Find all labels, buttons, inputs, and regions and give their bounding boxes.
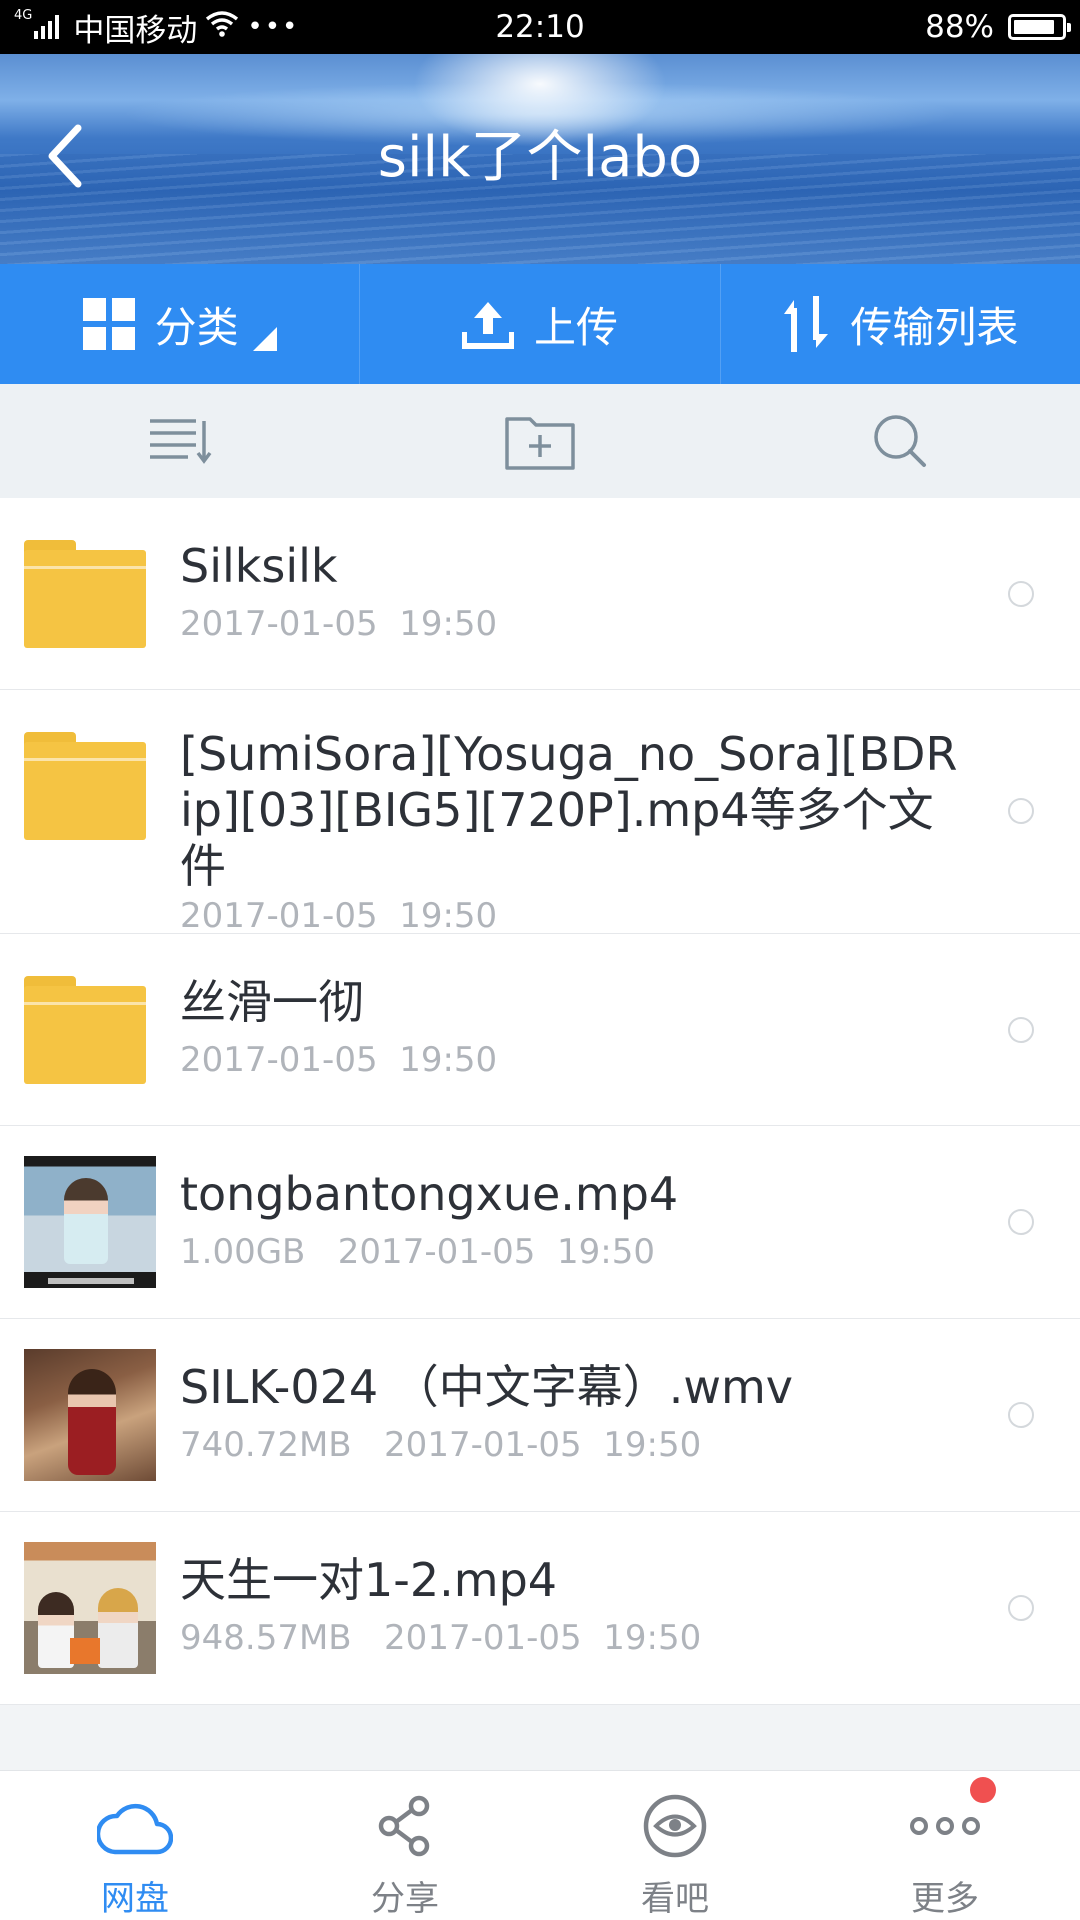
more-icon [909,1787,981,1865]
file-name: 天生一对1-2.mp4 [180,1553,558,1607]
file-name: tongbantongxue.mp4 [180,1167,679,1221]
list-item[interactable]: 丝滑一彻 2017-01-05 19:50 [0,934,1080,1126]
status-bar: 4G 中国移动 ••• 22:10 88% [0,0,1080,54]
upload-button[interactable]: 上传 [360,264,721,384]
page-title: silk了个labo [377,125,703,190]
list-tools-bar [0,384,1080,498]
list-item[interactable]: tongbantongxue.mp4 1.00GB 2017-01-05 19:… [0,1126,1080,1319]
nav-label: 网盘 [101,1879,169,1919]
eye-icon [642,1787,708,1865]
transfer-list-button[interactable]: 传输列表 [721,264,1080,384]
cloud-icon [97,1787,173,1865]
clock: 22:10 [495,9,585,45]
upload-icon [461,298,514,350]
folder-icon [24,976,146,1084]
share-icon [375,1787,435,1865]
select-radio[interactable] [1008,1402,1034,1428]
sort-icon [150,419,212,464]
file-meta: 2017-01-05 19:50 [180,896,498,936]
nav-more[interactable]: 更多 [810,1771,1080,1920]
select-radio[interactable] [1008,581,1034,607]
list-item[interactable]: SILK-024 （中文字幕）.wmv 740.72MB 2017-01-05 … [0,1319,1080,1512]
list-item[interactable]: 天生一对1-2.mp4 948.57MB 2017-01-05 19:50 [0,1512,1080,1705]
folder-icon [24,540,146,648]
category-label: 分类 [154,302,239,352]
video-thumbnail [24,1542,156,1674]
select-radio[interactable] [1008,1209,1034,1235]
nav-label: 更多 [911,1879,979,1919]
video-thumbnail [24,1349,156,1481]
file-meta: 740.72MB 2017-01-05 19:50 [180,1425,702,1465]
file-name: SILK-024 （中文字幕）.wmv [180,1360,794,1414]
file-name: 丝滑一彻 [180,975,364,1029]
nav-netdisk[interactable]: 网盘 [0,1771,270,1920]
dropdown-triangle-icon [252,312,277,361]
file-list: Silksilk 2017-01-05 19:50 [SumiSora][Yos… [0,498,1080,1705]
battery-percent: 88% [925,9,994,45]
transfer-label: 传输列表 [850,302,1019,352]
nav-label: 分享 [371,1879,439,1919]
file-name: [SumiSora][Yosuga_no_Sora][BDRip][03][BI… [180,727,958,893]
action-toolbar: 分类 上传 传输列表 [0,264,1080,384]
nav-watch[interactable]: 看吧 [540,1771,810,1920]
file-meta: 1.00GB 2017-01-05 19:50 [180,1232,655,1272]
select-radio[interactable] [1008,1017,1034,1043]
search-icon [874,415,926,467]
list-item[interactable]: Silksilk 2017-01-05 19:50 [0,498,1080,690]
nav-label: 看吧 [641,1879,709,1919]
grid-icon [82,298,135,350]
list-item[interactable]: [SumiSora][Yosuga_no_Sora][BDRip][03][BI… [0,690,1080,936]
transfer-icon [782,296,830,352]
file-meta: 948.57MB 2017-01-05 19:50 [180,1618,702,1658]
header-banner: silk了个labo [0,54,1080,264]
file-name: Silksilk [180,539,338,593]
select-radio[interactable] [1008,798,1034,824]
select-radio[interactable] [1008,1595,1034,1621]
battery-icon [1008,14,1071,40]
status-right: 88% [925,0,1071,54]
bottom-nav: 网盘 分享 看吧 更多 [0,1770,1080,1920]
sort-button[interactable] [0,384,360,498]
upload-label: 上传 [533,302,618,352]
video-thumbnail [24,1156,156,1288]
notification-badge [970,1777,996,1803]
file-meta: 2017-01-05 19:50 [180,604,498,644]
nav-share[interactable]: 分享 [270,1771,540,1920]
battery-level [1014,20,1055,34]
new-folder-button[interactable] [360,384,720,498]
new-folder-icon [505,417,575,470]
file-meta: 2017-01-05 19:50 [180,1040,498,1080]
category-button[interactable]: 分类 [0,264,361,384]
search-button[interactable] [720,384,1080,498]
folder-icon [24,732,146,840]
